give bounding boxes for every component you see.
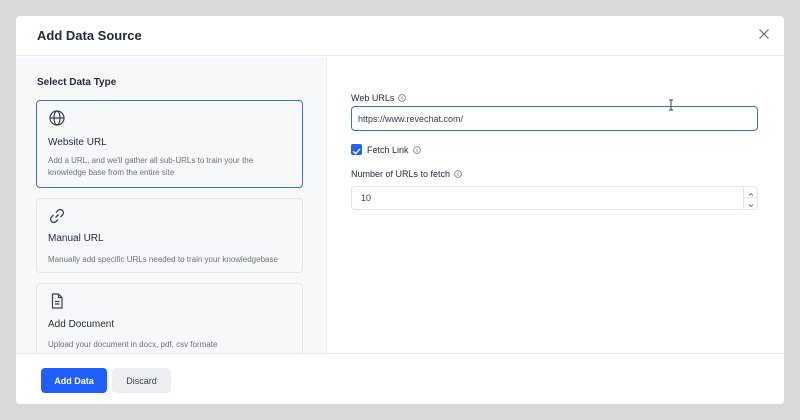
checkmark-icon — [352, 148, 361, 155]
type-card-add-document[interactable]: Add Document Upload your document in doc… — [36, 283, 303, 353]
decrement-button[interactable] — [744, 198, 758, 209]
card-title: Manual URL — [48, 233, 104, 244]
close-button[interactable] — [756, 26, 772, 42]
close-icon — [759, 29, 769, 39]
info-icon[interactable] — [454, 170, 462, 180]
card-title: Add Document — [48, 319, 115, 330]
modal-footer: Add Data Discard — [16, 353, 784, 404]
web-urls-label-text: Web URLs — [351, 93, 395, 103]
num-urls-value: 10 — [361, 193, 372, 203]
info-icon[interactable] — [398, 94, 407, 104]
chevron-down-icon — [748, 204, 754, 208]
globe-icon — [48, 109, 66, 127]
increment-button[interactable] — [744, 187, 758, 198]
num-urls-input[interactable]: 10 — [351, 186, 758, 210]
num-urls-label: Number of URLs to fetch — [351, 169, 462, 180]
web-urls-label: Web URLs — [351, 93, 407, 104]
card-description: Upload your document in docx, pdf, csv f… — [48, 340, 218, 349]
document-icon — [48, 292, 66, 310]
discard-button[interactable]: Discard — [112, 368, 171, 393]
number-spinner — [743, 187, 758, 209]
link-icon — [48, 207, 66, 225]
add-data-source-modal: Add Data Source Select Data Type Website… — [16, 16, 784, 404]
section-title: Select Data Type — [37, 77, 117, 88]
type-card-website-url[interactable]: Website URL Add a URL, and we'll gather … — [36, 100, 303, 188]
card-description: Manually add specific URLs needed to tra… — [48, 255, 278, 264]
fetch-link-label: Fetch Link — [367, 145, 421, 156]
fetch-link-label-text: Fetch Link — [367, 145, 409, 155]
num-urls-label-text: Number of URLs to fetch — [351, 169, 451, 179]
data-type-panel: Select Data Type Website URL Add a URL, … — [16, 57, 326, 353]
fetch-link-checkbox[interactable] — [351, 144, 362, 155]
web-urls-input[interactable] — [351, 106, 758, 131]
card-description: Add a URL, and we'll gather all sub-URLs… — [48, 156, 254, 177]
type-card-manual-url[interactable]: Manual URL Manually add specific URLs ne… — [36, 198, 303, 273]
card-title: Website URL — [48, 137, 107, 148]
form-panel: Web URLs Fetch Link Number of URLs to fe… — [326, 57, 784, 353]
modal-header: Add Data Source — [16, 16, 784, 56]
text-cursor-icon — [669, 99, 673, 111]
modal-title: Add Data Source — [37, 28, 142, 43]
add-data-button[interactable]: Add Data — [41, 368, 107, 393]
info-icon[interactable] — [412, 146, 421, 156]
